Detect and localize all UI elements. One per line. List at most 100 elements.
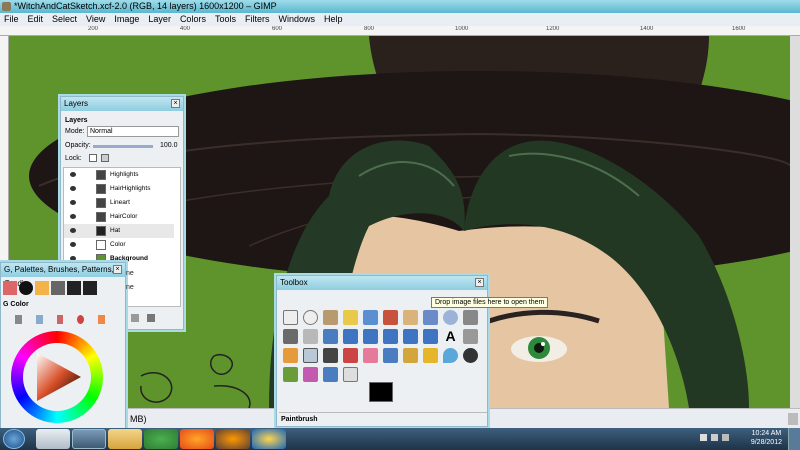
- eye-icon[interactable]: [70, 186, 76, 191]
- font-tab-icon[interactable]: [67, 281, 81, 295]
- scissors-icon[interactable]: [383, 310, 398, 325]
- layer-row[interactable]: Color: [64, 238, 174, 252]
- layer-row[interactable]: HairColor: [64, 210, 174, 224]
- volume-icon[interactable]: [722, 434, 729, 441]
- menu-colors[interactable]: Colors: [180, 13, 206, 26]
- color-picker-icon[interactable]: [303, 367, 318, 382]
- menu-layer[interactable]: Layer: [148, 13, 171, 26]
- close-icon[interactable]: ×: [113, 265, 122, 274]
- eye-icon[interactable]: [70, 214, 76, 219]
- clock[interactable]: 10:24 AM 9/28/2012: [751, 429, 782, 447]
- pencil-icon[interactable]: [283, 348, 298, 363]
- anchor-layer-icon[interactable]: [131, 314, 139, 322]
- menu-image[interactable]: Image: [114, 13, 139, 26]
- cmyk-icon[interactable]: [98, 315, 105, 324]
- color-triangle[interactable]: [29, 349, 85, 405]
- brush-icon[interactable]: [56, 315, 64, 324]
- rotate-icon[interactable]: [343, 329, 358, 344]
- vertical-scrollbar[interactable]: [790, 36, 800, 408]
- menu-edit[interactable]: Edit: [28, 13, 44, 26]
- taskbar-firefox[interactable]: [180, 429, 214, 449]
- shear-icon[interactable]: [383, 329, 398, 344]
- eye-icon[interactable]: [70, 256, 76, 261]
- flip-icon[interactable]: [423, 329, 438, 344]
- printer-icon[interactable]: [15, 315, 22, 324]
- levels-icon[interactable]: [323, 367, 338, 382]
- gradient-tab-icon[interactable]: [51, 281, 65, 295]
- eraser-icon[interactable]: [363, 348, 378, 363]
- smudge-icon[interactable]: [463, 348, 478, 363]
- tray-expand-icon[interactable]: [700, 434, 707, 441]
- layer-row[interactable]: HairHighlights: [64, 182, 174, 196]
- measure-icon[interactable]: [463, 310, 478, 325]
- menu-view[interactable]: View: [86, 13, 105, 26]
- menu-select[interactable]: Select: [52, 13, 77, 26]
- perspective-icon[interactable]: [403, 329, 418, 344]
- eye-icon[interactable]: [70, 228, 76, 233]
- taskbar-file-explorer[interactable]: [36, 429, 70, 449]
- layer-row-selected[interactable]: Hat: [64, 224, 174, 238]
- color-wheel[interactable]: [11, 331, 103, 423]
- bucket-fill-icon[interactable]: [383, 348, 398, 363]
- align-icon[interactable]: [303, 329, 318, 344]
- layer-row[interactable]: Highlights: [64, 168, 174, 182]
- ink-icon[interactable]: [343, 348, 358, 363]
- scales-icon[interactable]: [35, 315, 43, 324]
- taskbar-blender[interactable]: [216, 429, 250, 449]
- rect-select-icon[interactable]: [283, 310, 298, 325]
- crop-icon[interactable]: [323, 329, 338, 344]
- network-icon[interactable]: [711, 434, 718, 441]
- close-icon[interactable]: ×: [475, 278, 484, 287]
- heal-icon[interactable]: [423, 348, 438, 363]
- menu-tools[interactable]: Tools: [215, 13, 236, 26]
- taskbar-media-player[interactable]: [252, 429, 286, 449]
- move-icon[interactable]: [283, 329, 298, 344]
- text-tool-icon[interactable]: A: [443, 329, 458, 344]
- dodge-burn-icon[interactable]: [283, 367, 298, 382]
- show-desktop-button[interactable]: [788, 428, 800, 450]
- taskbar-gimp[interactable]: [72, 429, 106, 449]
- wheel-tab-icon[interactable]: [77, 315, 85, 324]
- delete-layer-icon[interactable]: [147, 314, 155, 322]
- taskbar-chrome[interactable]: [144, 429, 178, 449]
- brush-tab-icon[interactable]: [19, 281, 33, 295]
- menu-windows[interactable]: Windows: [278, 13, 315, 26]
- paths-icon[interactable]: [423, 310, 438, 325]
- blur-icon[interactable]: [443, 348, 458, 363]
- menu-file[interactable]: File: [4, 13, 19, 26]
- taskbar-folder[interactable]: [108, 429, 142, 449]
- blend-icon[interactable]: [343, 367, 358, 382]
- clone-icon[interactable]: [403, 348, 418, 363]
- eye-icon[interactable]: [70, 242, 76, 247]
- scale-icon[interactable]: [363, 329, 378, 344]
- select-by-color-icon[interactable]: [363, 310, 378, 325]
- menu-help[interactable]: Help: [324, 13, 343, 26]
- toolbox-title[interactable]: Toolbox ×: [277, 276, 487, 290]
- tool-options-tab-icon[interactable]: [3, 281, 17, 295]
- foreground-select-icon[interactable]: [403, 310, 418, 325]
- pattern-tab-icon[interactable]: [35, 281, 49, 295]
- lock-pixels-checkbox[interactable]: [89, 154, 97, 162]
- eye-icon[interactable]: [70, 200, 76, 205]
- lasso-icon[interactable]: [323, 310, 338, 325]
- close-icon[interactable]: ×: [171, 99, 180, 108]
- paintbrush-icon[interactable]: [303, 348, 318, 363]
- lock-alpha-checkbox[interactable]: [101, 154, 109, 162]
- window-titlebar[interactable]: *WitchAndCatSketch.xcf-2.0 (RGB, 14 laye…: [0, 0, 800, 13]
- layer-row[interactable]: Lineart: [64, 196, 174, 210]
- airbrush-icon[interactable]: [323, 348, 338, 363]
- start-button[interactable]: [3, 429, 25, 449]
- eye-icon[interactable]: [70, 172, 76, 177]
- mode-select[interactable]: Normal: [87, 126, 179, 137]
- opacity-slider[interactable]: [93, 145, 153, 148]
- ellipse-select-icon[interactable]: [303, 310, 318, 325]
- fuzzy-select-icon[interactable]: [343, 310, 358, 325]
- navigate-icon[interactable]: [788, 413, 798, 425]
- layers-dock-title[interactable]: Layers ×: [61, 97, 183, 111]
- cage-icon[interactable]: [463, 329, 478, 344]
- palette-tab-icon[interactable]: [83, 281, 97, 295]
- menu-filters[interactable]: Filters: [245, 13, 270, 26]
- zoom-icon[interactable]: [443, 310, 458, 325]
- opacity-value[interactable]: 100.0: [160, 142, 178, 149]
- brushes-dock-title[interactable]: G, Palettes, Brushes, Patterns, Gradi...…: [1, 263, 125, 288]
